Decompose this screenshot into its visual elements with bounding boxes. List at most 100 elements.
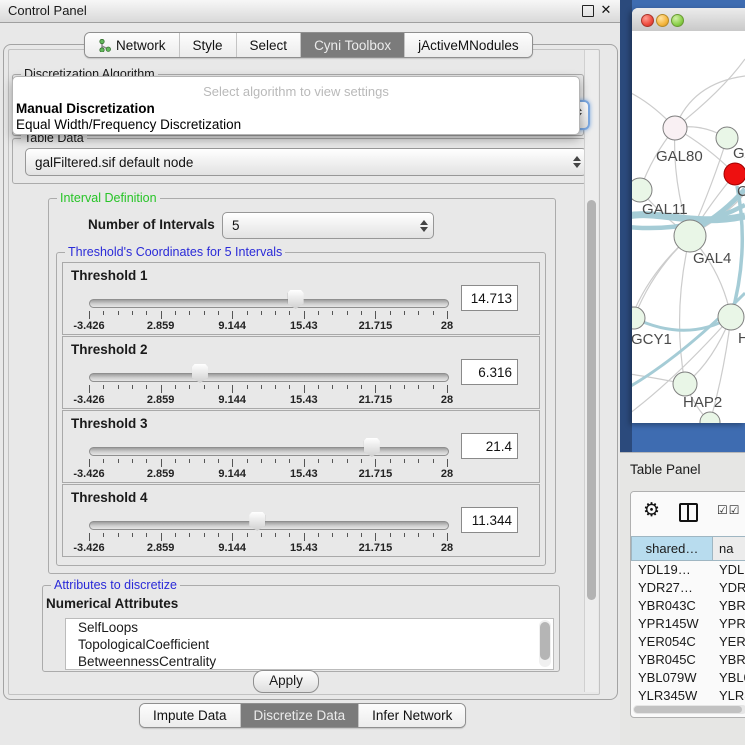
- table-row[interactable]: YBL079WYBL0: [631, 669, 745, 687]
- threshold-3-label: Threshold 3: [71, 416, 148, 431]
- tab-infer-network[interactable]: Infer Network: [359, 704, 465, 727]
- cell-name[interactable]: YBR0: [713, 651, 745, 669]
- tick-mark: [204, 459, 205, 463]
- close-panel-icon[interactable]: ✕: [599, 2, 613, 18]
- option-manual-discretization[interactable]: Manual Discretization: [16, 101, 155, 116]
- network-view-window[interactable]: GAL80GACGAL11GAL4GCY1HHAP2: [632, 8, 745, 423]
- tick-label: -3.426: [73, 542, 104, 554]
- cell-shared-name[interactable]: YPR145W: [631, 615, 713, 633]
- slider-track[interactable]: [89, 299, 449, 308]
- tick-mark: [118, 311, 119, 315]
- slider-tick-labels: -3.4262.8599.14415.4321.71528: [89, 394, 447, 406]
- column-header-name[interactable]: na: [713, 536, 745, 561]
- content-vertical-scrollbar[interactable]: [584, 50, 598, 692]
- slider-tick-labels: -3.4262.8599.14415.4321.71528: [89, 542, 447, 554]
- apply-button[interactable]: Apply: [253, 670, 319, 693]
- network-node[interactable]: [673, 372, 697, 396]
- close-window-icon[interactable]: [641, 14, 654, 27]
- columns-icon[interactable]: [679, 503, 698, 522]
- threshold-2-slider[interactable]: -3.4262.8599.14415.4321.71528: [89, 365, 447, 407]
- control-panel-titlebar[interactable]: Control Panel ✕: [0, 0, 620, 23]
- tab-select[interactable]: Select: [237, 33, 302, 57]
- tick-mark: [361, 311, 362, 315]
- network-node[interactable]: [674, 220, 706, 252]
- application-window: Control Panel ✕ Network Style Select Cyn…: [0, 0, 745, 745]
- table-row[interactable]: YPR145WYPR1: [631, 615, 745, 633]
- tab-cyni-toolbox-label: Cyni Toolbox: [314, 38, 391, 53]
- column-header-shared-name[interactable]: shared…: [631, 536, 713, 561]
- table-row[interactable]: YLR345WYLR3: [631, 687, 745, 703]
- cell-name[interactable]: YDR2: [713, 579, 745, 597]
- tab-network[interactable]: Network: [85, 33, 180, 57]
- table-row[interactable]: YER054CYER0: [631, 633, 745, 651]
- tab-discretize-data[interactable]: Discretize Data: [241, 704, 360, 727]
- tab-impute-data[interactable]: Impute Data: [140, 704, 241, 727]
- network-node[interactable]: [718, 304, 744, 330]
- network-node[interactable]: [724, 163, 745, 185]
- tab-cyni-toolbox[interactable]: Cyni Toolbox: [301, 33, 405, 57]
- threshold-4-slider[interactable]: -3.4262.8599.14415.4321.71528: [89, 513, 447, 555]
- cell-name[interactable]: YBL0: [713, 669, 745, 687]
- table-horizontal-scrollbar[interactable]: [633, 705, 745, 714]
- minimize-window-icon[interactable]: [656, 14, 669, 27]
- cell-shared-name[interactable]: YER054C: [631, 633, 713, 651]
- threshold-4-value-field[interactable]: [461, 507, 518, 533]
- cell-shared-name[interactable]: YBR043C: [631, 597, 713, 615]
- table-panel-titlebar[interactable]: Table Panel: [620, 452, 745, 486]
- cell-shared-name[interactable]: YLR345W: [631, 687, 713, 703]
- select-columns-icons[interactable]: ☑☑: [717, 503, 741, 517]
- threshold-1-value-field[interactable]: [461, 285, 518, 311]
- node-label: GCY1: [632, 331, 672, 348]
- table-data-combo[interactable]: galFiltered.sif default node: [25, 148, 587, 176]
- option-equal-width-frequency[interactable]: Equal Width/Frequency Discretization: [16, 117, 241, 132]
- cell-name[interactable]: YER0: [713, 633, 745, 651]
- cell-shared-name[interactable]: YBR045C: [631, 651, 713, 669]
- tick-mark: [204, 385, 205, 389]
- threshold-3-value-field[interactable]: [461, 433, 518, 459]
- cell-shared-name[interactable]: YDL19…: [631, 561, 713, 579]
- number-of-intervals-combo[interactable]: 5: [222, 212, 434, 239]
- tick-mark: [175, 459, 176, 463]
- threshold-2-panel: Threshold 2 -3.4262.8599.14415.4321.7152…: [62, 336, 540, 409]
- tick-mark: [103, 311, 104, 315]
- slider-track[interactable]: [89, 447, 449, 456]
- table-row[interactable]: YBR043CYBR0: [631, 597, 745, 615]
- cell-name[interactable]: YBR0: [713, 597, 745, 615]
- attribute-item-betweennesscentrality[interactable]: BetweennessCentrality: [66, 653, 553, 670]
- table-row[interactable]: YBR045CYBR0: [631, 651, 745, 669]
- slider-track[interactable]: [89, 373, 449, 382]
- float-panel-icon[interactable]: [582, 5, 594, 17]
- threshold-3-slider[interactable]: -3.4262.8599.14415.4321.71528: [89, 439, 447, 481]
- attribute-item-topologicalcoefficient[interactable]: TopologicalCoefficient: [66, 636, 553, 653]
- threshold-1-slider[interactable]: -3.4262.8599.14415.4321.71528: [89, 291, 447, 333]
- network-canvas[interactable]: GAL80GACGAL11GAL4GCY1HHAP2: [632, 31, 745, 423]
- tab-style[interactable]: Style: [180, 33, 237, 57]
- cell-name[interactable]: YDL1: [713, 561, 745, 579]
- numerical-attributes-list[interactable]: SelfLoops TopologicalCoefficient Between…: [65, 618, 554, 670]
- tick-mark: [390, 459, 391, 463]
- cell-shared-name[interactable]: YBL079W: [631, 669, 713, 687]
- tab-jactivemnodules[interactable]: jActiveMNodules: [405, 33, 532, 57]
- cell-name[interactable]: YPR1: [713, 615, 745, 633]
- scrollbar-thumb[interactable]: [587, 200, 596, 600]
- table-row[interactable]: YDR27…YDR2: [631, 579, 745, 597]
- tick-label: 21.715: [359, 542, 393, 554]
- network-edge[interactable]: [675, 59, 745, 128]
- h-scrollbar-thumb[interactable]: [634, 706, 742, 713]
- slider-track[interactable]: [89, 521, 449, 530]
- table-row[interactable]: YDL19…YDL1: [631, 561, 745, 579]
- zoom-window-icon[interactable]: [671, 14, 684, 27]
- attribute-item-selfloops[interactable]: SelfLoops: [66, 619, 553, 636]
- threshold-2-value-field[interactable]: [461, 359, 518, 385]
- attribute-list-scrollbar[interactable]: [539, 620, 551, 667]
- gear-icon[interactable]: ⚙: [643, 499, 660, 522]
- network-window-titlebar[interactable]: [632, 8, 745, 32]
- cell-name[interactable]: YLR3: [713, 687, 745, 703]
- cell-shared-name[interactable]: YDR27…: [631, 579, 713, 597]
- tick-mark: [289, 311, 290, 315]
- network-node[interactable]: [632, 178, 652, 202]
- network-node[interactable]: [663, 116, 687, 140]
- number-of-intervals-value: 5: [223, 218, 415, 233]
- numerical-attributes-label: Numerical Attributes: [46, 596, 178, 611]
- network-node[interactable]: [632, 307, 645, 329]
